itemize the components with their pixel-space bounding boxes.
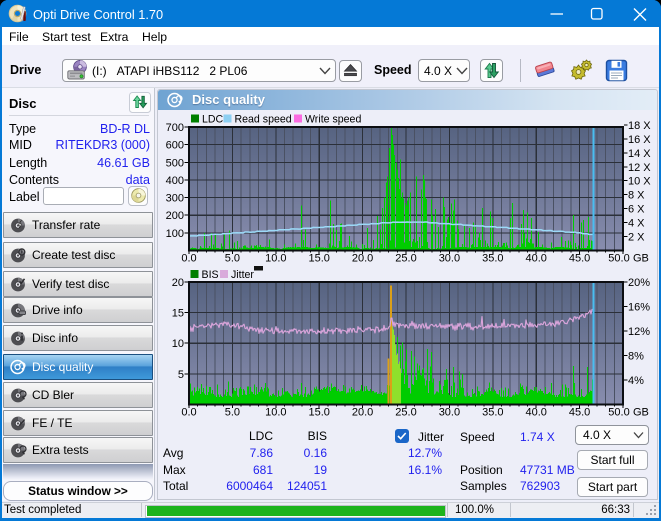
svg-text:20.0: 20.0 <box>352 407 373 419</box>
svg-text:45.0: 45.0 <box>569 407 590 419</box>
svg-text:8%: 8% <box>628 351 644 363</box>
svg-text:25.0: 25.0 <box>395 253 416 265</box>
svg-text:100: 100 <box>166 228 184 240</box>
svg-text:15: 15 <box>172 308 184 320</box>
svg-text:50.0: 50.0 <box>608 407 629 419</box>
svg-text:35.0: 35.0 <box>482 407 503 419</box>
svg-text:GB: GB <box>633 407 649 419</box>
svg-text:700: 700 <box>166 122 184 134</box>
svg-text:30.0: 30.0 <box>439 407 460 419</box>
svg-text:400: 400 <box>166 175 184 187</box>
svg-text:12 X: 12 X <box>628 162 651 174</box>
svg-text:5.0: 5.0 <box>225 253 240 265</box>
svg-text:15.0: 15.0 <box>308 407 329 419</box>
svg-text:14 X: 14 X <box>628 148 651 160</box>
svg-text:8 X: 8 X <box>628 190 645 202</box>
svg-text:20.0: 20.0 <box>352 253 373 265</box>
svg-text:500: 500 <box>166 157 184 169</box>
svg-text:15.0: 15.0 <box>308 253 329 265</box>
svg-text:BIS: BIS <box>202 269 219 281</box>
svg-text:30.0: 30.0 <box>439 253 460 265</box>
svg-text:20%: 20% <box>628 277 650 289</box>
svg-text:10.0: 10.0 <box>265 253 286 265</box>
svg-text:16 X: 16 X <box>628 134 651 146</box>
svg-text:0.0: 0.0 <box>181 407 196 419</box>
svg-text:4 X: 4 X <box>628 218 645 230</box>
svg-text:12%: 12% <box>628 326 650 338</box>
svg-text:200: 200 <box>166 210 184 222</box>
svg-text:40.0: 40.0 <box>525 253 546 265</box>
svg-text:Write speed: Write speed <box>305 114 361 126</box>
svg-text:4%: 4% <box>628 375 644 387</box>
svg-text:Read speed: Read speed <box>235 114 292 126</box>
svg-text:600: 600 <box>166 140 184 152</box>
svg-text:0.0: 0.0 <box>181 253 196 265</box>
svg-text:6 X: 6 X <box>628 204 645 216</box>
svg-text:LDC: LDC <box>202 114 224 126</box>
svg-text:35.0: 35.0 <box>482 253 503 265</box>
svg-text:10 X: 10 X <box>628 176 651 188</box>
svg-text:Jitter: Jitter <box>231 269 254 281</box>
svg-text:10: 10 <box>172 338 184 350</box>
svg-text:5: 5 <box>178 369 184 381</box>
svg-text:25.0: 25.0 <box>395 407 416 419</box>
svg-text:5.0: 5.0 <box>225 407 240 419</box>
svg-text:GB: GB <box>633 253 649 265</box>
svg-text:10.0: 10.0 <box>265 407 286 419</box>
svg-text:2 X: 2 X <box>628 232 645 244</box>
svg-text:300: 300 <box>166 193 184 205</box>
svg-text:50.0: 50.0 <box>608 253 629 265</box>
svg-text:40.0: 40.0 <box>525 407 546 419</box>
svg-text:45.0: 45.0 <box>569 253 590 265</box>
svg-text:18 X: 18 X <box>628 120 651 132</box>
svg-text:20: 20 <box>172 277 184 289</box>
svg-text:16%: 16% <box>628 302 650 314</box>
